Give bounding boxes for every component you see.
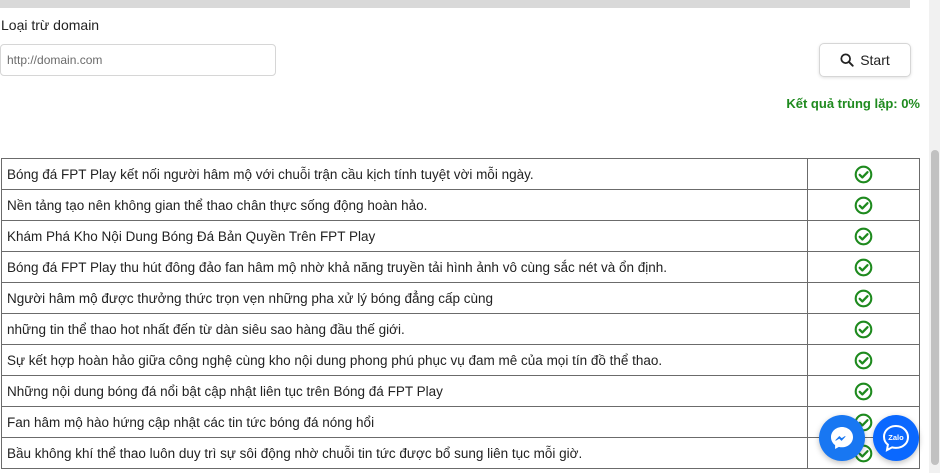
- table-row: Người hâm mộ được thưởng thức trọn vẹn n…: [1, 282, 920, 314]
- check-circle-icon: [854, 165, 873, 183]
- sentence-cell: Bóng đá FPT Play thu hút đông đảo fan hâ…: [1, 251, 808, 283]
- scrollbar-thumb[interactable]: [931, 150, 939, 465]
- start-button[interactable]: Start: [819, 43, 911, 77]
- search-icon: [840, 53, 854, 67]
- sentence-cell: những tin thể thao hot nhất đến từ dàn s…: [1, 313, 808, 345]
- check-circle-icon: [854, 289, 873, 307]
- sentence-cell: Khám Phá Kho Nội Dung Bóng Đá Bản Quyền …: [1, 220, 808, 252]
- table-row: Bóng đá FPT Play kết nối người hâm mộ vớ…: [1, 158, 920, 190]
- sentence-cell: Những nội dung bóng đá nổi bật cập nhật …: [1, 375, 808, 407]
- status-cell: [807, 220, 920, 252]
- table-row: Sự kết hợp hoàn hảo giữa công nghệ cùng …: [1, 344, 920, 376]
- messenger-icon: [831, 427, 853, 449]
- sentence-cell: Nền tảng tạo nên không gian thể thao châ…: [1, 189, 808, 221]
- zalo-button[interactable]: Zalo: [873, 415, 919, 461]
- domain-input[interactable]: [0, 44, 276, 76]
- status-cell: [807, 251, 920, 283]
- zalo-label: Zalo: [888, 433, 904, 442]
- status-cell: [807, 282, 920, 314]
- status-cell: [807, 313, 920, 345]
- table-row: những tin thể thao hot nhất đến từ dàn s…: [1, 313, 920, 345]
- exclude-domain-label: Loại trừ domain: [1, 17, 100, 33]
- check-circle-icon: [854, 196, 873, 214]
- messenger-button[interactable]: [819, 415, 865, 461]
- sentence-cell: Fan hâm mộ hào hứng cập nhật các tin tức…: [1, 406, 808, 438]
- top-divider: [0, 0, 910, 8]
- sentence-cell: Bóng đá FPT Play kết nối người hâm mộ vớ…: [1, 158, 808, 190]
- table-row: Khám Phá Kho Nội Dung Bóng Đá Bản Quyền …: [1, 220, 920, 252]
- start-button-label: Start: [860, 52, 890, 68]
- duplicate-result: Kết quả trùng lặp: 0%: [786, 96, 920, 111]
- table-row: Bóng đá FPT Play thu hút đông đảo fan hâ…: [1, 251, 920, 283]
- check-circle-icon: [854, 351, 873, 369]
- status-cell: [807, 189, 920, 221]
- table-row: Nền tảng tạo nên không gian thể thao châ…: [1, 189, 920, 221]
- table-row: Bầu không khí thể thao luôn duy trì sự s…: [1, 437, 920, 469]
- status-cell: [807, 158, 920, 190]
- check-circle-icon: [854, 227, 873, 245]
- check-circle-icon: [854, 320, 873, 338]
- zalo-icon: Zalo: [882, 424, 910, 452]
- sentence-cell: Bầu không khí thể thao luôn duy trì sự s…: [1, 437, 808, 469]
- check-circle-icon: [854, 258, 873, 276]
- sentence-cell: Người hâm mộ được thưởng thức trọn vẹn n…: [1, 282, 808, 314]
- results-table: Bóng đá FPT Play kết nối người hâm mộ vớ…: [1, 158, 920, 469]
- table-row: Fan hâm mộ hào hứng cập nhật các tin tức…: [1, 406, 920, 438]
- check-circle-icon: [854, 382, 873, 400]
- status-cell: [807, 344, 920, 376]
- table-row: Những nội dung bóng đá nổi bật cập nhật …: [1, 375, 920, 407]
- sentence-cell: Sự kết hợp hoàn hảo giữa công nghệ cùng …: [1, 344, 808, 376]
- status-cell: [807, 375, 920, 407]
